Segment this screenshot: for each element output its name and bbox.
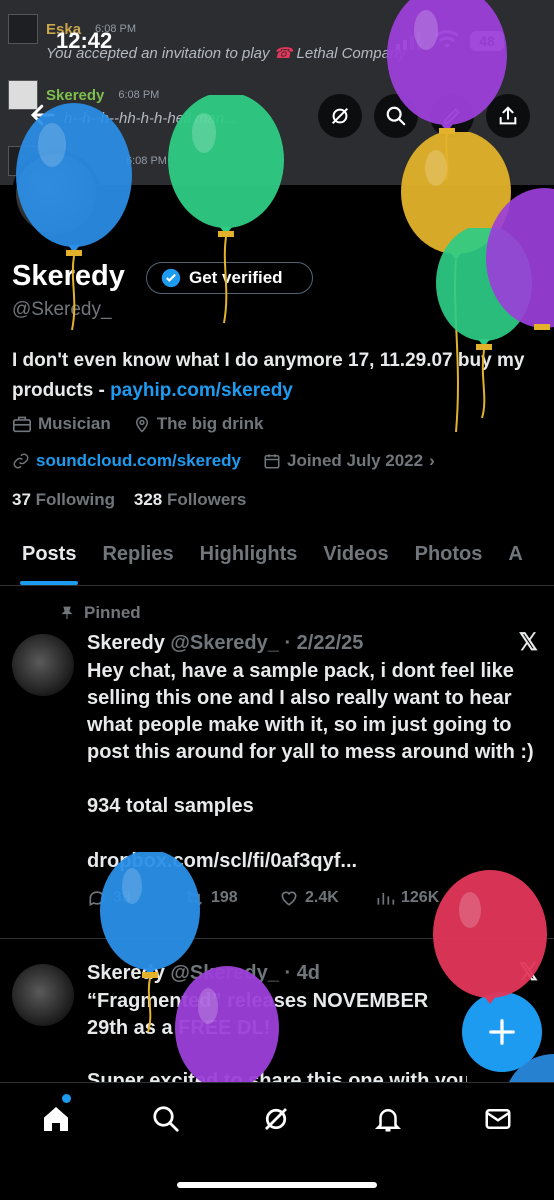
bell-icon — [374, 1109, 402, 1132]
profession-label: Musician — [38, 414, 111, 433]
following-link[interactable]: 37 Following — [12, 490, 115, 509]
nav-messages[interactable] — [480, 1101, 516, 1137]
banner-time: 6:08 PM — [118, 89, 160, 101]
pen-icon — [443, 108, 460, 125]
compose-button[interactable] — [462, 992, 542, 1072]
home-indicator[interactable] — [177, 1182, 377, 1188]
nav-notifications[interactable] — [370, 1101, 406, 1137]
repost-icon — [185, 890, 203, 906]
nav-home[interactable] — [38, 1101, 74, 1137]
post-divider — [0, 938, 554, 939]
post-text: “Fragmented” releases NOVEMBER 29th as a… — [87, 990, 429, 1039]
post-author-name[interactable]: Skeredy — [87, 632, 165, 654]
location: The big drink — [133, 414, 264, 434]
tab-articles[interactable]: A — [508, 530, 522, 585]
tab-photos[interactable]: Photos — [415, 530, 483, 585]
notification-dot — [62, 1094, 71, 1103]
like-button[interactable]: 2.4K — [279, 888, 375, 908]
link-icon — [13, 453, 29, 469]
briefcase-icon — [13, 416, 31, 433]
post-header: Skeredy @Skeredy_ · 2/22/25 — [87, 632, 363, 655]
reply-button[interactable]: 38 — [87, 888, 183, 908]
balloon-decoration — [486, 188, 554, 330]
search-button[interactable] — [374, 94, 418, 138]
search-icon — [153, 1106, 179, 1132]
post-author-name[interactable]: Skeredy — [87, 962, 165, 984]
post-link[interactable]: dropbox.com/scl/fi/0af3qyf... — [87, 848, 547, 875]
location-pin-icon — [135, 416, 148, 433]
x-logo-icon: 𝕏 — [518, 629, 538, 656]
arrow-left-icon[interactable] — [28, 100, 58, 130]
plus-icon — [489, 1019, 515, 1045]
status-time: 12:42 — [56, 28, 113, 53]
wifi-icon — [434, 30, 460, 48]
pin-icon — [61, 606, 73, 619]
location-label: The big drink — [156, 414, 264, 433]
tab-replies[interactable]: Replies — [102, 530, 173, 585]
share-button[interactable] — [486, 94, 530, 138]
grok-icon — [265, 1108, 287, 1130]
profile-bio: I don't even know what I do anymore 17, … — [12, 346, 552, 406]
tab-videos[interactable]: Videos — [323, 530, 388, 585]
calendar-icon — [264, 454, 280, 469]
post-header: Skeredy @Skeredy_ · 4d — [87, 962, 320, 985]
nav-search[interactable] — [148, 1101, 184, 1137]
post-actions: 38 198 2.4K 126K — [87, 888, 471, 908]
home-icon — [44, 1107, 68, 1131]
heart-icon — [281, 891, 297, 906]
chevron-right-icon: › — [429, 451, 435, 470]
search-icon — [386, 106, 406, 126]
post-date: · 4d — [284, 962, 320, 984]
post-author-handle: @Skeredy_ — [170, 962, 279, 984]
follow-stats: 37 Following 328 Followers — [12, 490, 246, 510]
grok-button[interactable] — [318, 94, 362, 138]
x-logo-icon: 𝕏 — [518, 959, 538, 986]
nav-grok[interactable] — [258, 1101, 294, 1137]
tab-highlights[interactable]: Highlights — [200, 530, 298, 585]
avatar[interactable] — [12, 634, 74, 696]
verified-badge-icon — [161, 268, 181, 288]
pinned-indicator: Pinned — [60, 603, 141, 623]
post-text-2: Super excited to share this one with you… — [87, 1070, 467, 1082]
followers-link[interactable]: 328 Followers — [134, 490, 246, 509]
website[interactable]: soundcloud.com/skeredy — [12, 451, 241, 471]
share-icon — [499, 106, 517, 125]
profession: Musician — [12, 414, 111, 434]
joined-date[interactable]: Joined July 2022 › — [263, 451, 435, 471]
post-date: · 2/22/25 — [284, 632, 364, 654]
reply-icon — [89, 891, 105, 907]
profile-handle: @Skeredy_ — [12, 299, 112, 320]
pinned-label: Pinned — [84, 603, 141, 622]
post-text-2: 934 total samples — [87, 795, 254, 817]
grok-icon — [331, 107, 349, 125]
views-button[interactable]: 126K — [375, 888, 471, 908]
bio-link[interactable]: payhip.com/skeredy — [110, 380, 293, 401]
envelope-icon — [485, 1109, 511, 1129]
joined-label: Joined July 2022 — [287, 451, 424, 470]
get-verified-button[interactable]: Get verified — [146, 262, 313, 294]
cellular-signal-icon — [396, 32, 421, 50]
edit-button[interactable] — [430, 94, 474, 138]
post-text: Hey chat, have a sample pack, i dont fee… — [87, 660, 534, 763]
views-icon — [377, 893, 395, 905]
banner-text: h--h--h--hh-h-h-hell man... — [64, 110, 237, 127]
profile-meta-2: soundcloud.com/skeredy Joined July 2022 … — [12, 451, 451, 471]
profile-tabs: Posts Replies Highlights Videos Photos A — [0, 530, 554, 586]
profile-avatar[interactable] — [12, 150, 100, 238]
repost-button[interactable]: 198 — [183, 888, 279, 908]
tab-posts[interactable]: Posts — [19, 530, 79, 585]
avatar[interactable] — [12, 964, 74, 1026]
get-verified-label: Get verified — [189, 268, 283, 287]
website-link[interactable]: soundcloud.com/skeredy — [36, 451, 241, 471]
post-author-handle: @Skeredy_ — [170, 632, 279, 654]
status-bar: 12:42 48 — [0, 26, 554, 56]
profile-meta: Musician The big drink — [12, 414, 279, 434]
profile-name: Skeredy — [12, 260, 125, 292]
banner-time: 6:08 PM — [126, 155, 167, 167]
battery-indicator: 48 — [470, 31, 504, 51]
